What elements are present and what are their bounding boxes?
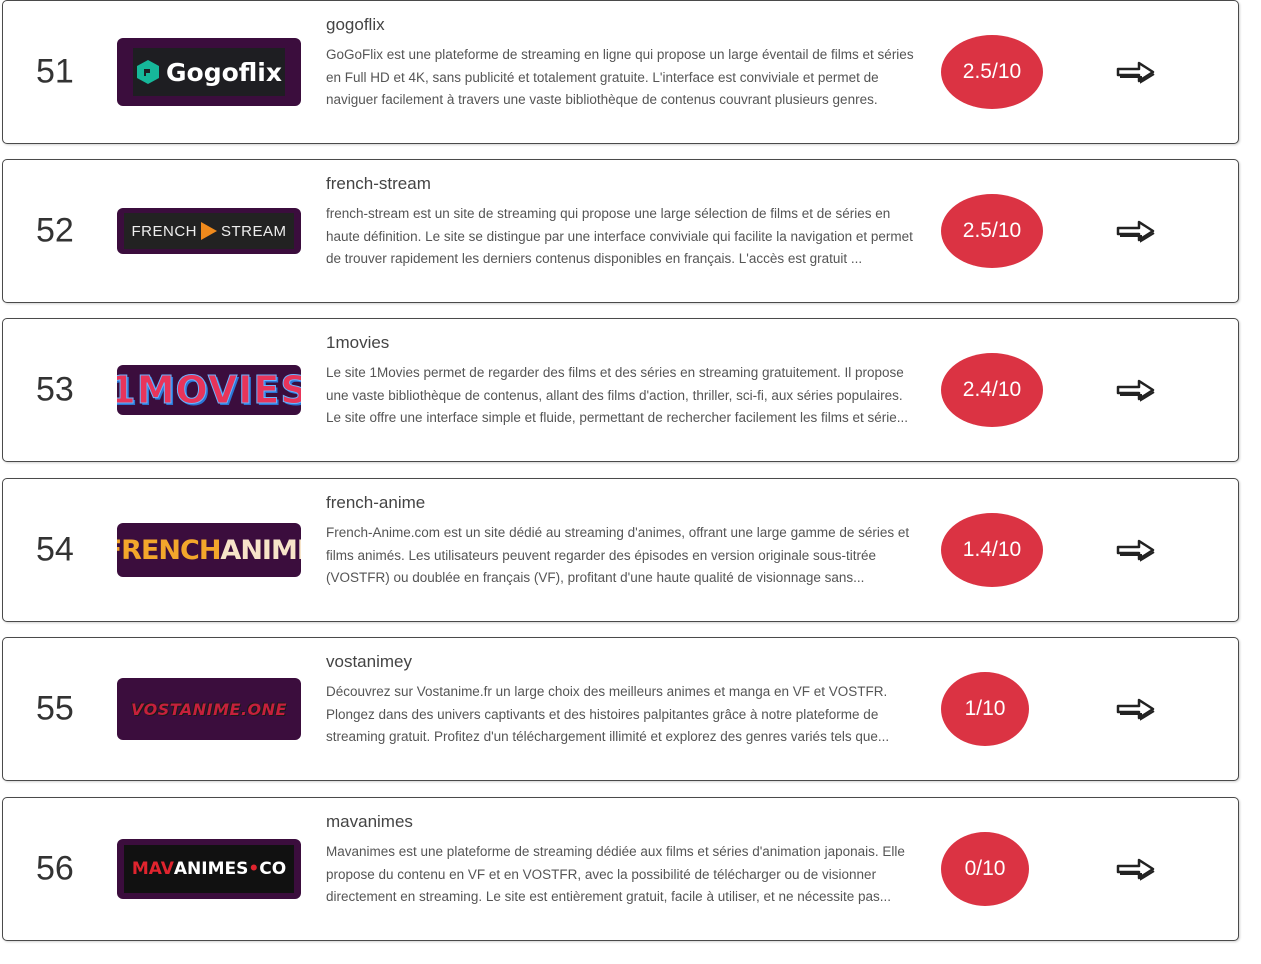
rank-number: 54 <box>36 530 74 569</box>
ranking-card[interactable]: 56 MAV ANIMES • CO mavanimes Mavanimes est … <box>2 797 1239 941</box>
rank-number: 51 <box>36 52 74 91</box>
play-icon <box>200 222 217 240</box>
site-logo[interactable]: MAV ANIMES • CO <box>117 839 301 899</box>
logo-text-tld: CO <box>259 859 287 879</box>
gogoflix-mark-icon <box>137 60 159 84</box>
right-arrow-icon[interactable] <box>1115 855 1157 883</box>
score-badge: 1.4/10 <box>941 513 1043 587</box>
1movies-logo: 1MOVIES <box>117 368 301 413</box>
rank-number: 56 <box>36 849 74 888</box>
site-description: French-Anime.com est un site dédié au st… <box>326 525 910 585</box>
score-badge: 2.5/10 <box>941 35 1043 109</box>
site-logo[interactable]: VOSTANIME.ONE <box>117 678 301 740</box>
site-logo[interactable]: Gogoflix <box>117 38 301 106</box>
site-name[interactable]: 1movies <box>326 333 389 353</box>
logo-text: Gogoflix <box>166 57 282 87</box>
ranking-card[interactable]: 55 VOSTANIME.ONE vostanimey Découvrez su… <box>2 637 1239 781</box>
logo-text-left: MAV <box>131 859 174 879</box>
vostanime-logo: VOSTANIME.ONE <box>131 699 287 719</box>
ranking-card[interactable]: 51 Gogoflix gogoflix GoGoFlix est une pl… <box>2 0 1239 144</box>
site-description: GoGoFlix est une plateforme de streaming… <box>326 47 914 107</box>
rank-number: 53 <box>36 370 74 409</box>
right-arrow-icon[interactable] <box>1115 376 1157 404</box>
site-logo[interactable]: 1MOVIES <box>117 365 301 415</box>
rank-number: 55 <box>36 689 74 728</box>
site-name[interactable]: french-stream <box>326 174 431 194</box>
score-badge: 0/10 <box>941 832 1029 906</box>
logo-text-right: ANIME <box>220 534 301 566</box>
french-stream-logo: FRENCH STREAM <box>124 213 294 249</box>
site-name[interactable]: gogoflix <box>326 15 385 35</box>
site-name[interactable]: mavanimes <box>326 812 413 832</box>
site-logo[interactable]: FRENCHANIME <box>117 523 301 577</box>
right-arrow-icon[interactable] <box>1115 217 1157 245</box>
site-description: french-stream est un site de streaming q… <box>326 206 913 266</box>
site-description: Découvrez sur Vostanime.fr un large choi… <box>326 684 890 744</box>
logo-text-left: FRENCH <box>117 534 221 566</box>
right-arrow-icon[interactable] <box>1115 695 1157 723</box>
logo-text-right: STREAM <box>220 222 287 240</box>
site-description: Mavanimes est une plateforme de streamin… <box>326 844 905 904</box>
logo-text-right: ANIMES <box>173 859 249 879</box>
logo-text-left: FRENCH <box>131 222 197 240</box>
logo-dot: • <box>248 859 260 879</box>
site-logo[interactable]: FRENCH STREAM <box>117 208 301 254</box>
site-description: Le site 1Movies permet de regarder des f… <box>326 365 909 425</box>
site-name[interactable]: vostanimey <box>326 652 412 672</box>
french-anime-logo: FRENCHANIME <box>117 535 301 566</box>
score-badge: 2.4/10 <box>941 353 1043 427</box>
site-name[interactable]: french-anime <box>326 493 425 513</box>
rank-number: 52 <box>36 211 74 250</box>
mavanimes-logo: MAV ANIMES • CO <box>124 845 294 893</box>
score-badge: 2.5/10 <box>941 194 1043 268</box>
gogoflix-logo: Gogoflix <box>133 48 285 96</box>
ranking-card[interactable]: 52 FRENCH STREAM french-stream french-st… <box>2 159 1239 303</box>
score-badge: 1/10 <box>941 672 1029 746</box>
ranking-card[interactable]: 53 1MOVIES 1movies Le site 1Movies perme… <box>2 318 1239 462</box>
right-arrow-icon[interactable] <box>1115 536 1157 564</box>
ranking-card[interactable]: 54 FRENCHANIME french-anime French-Anime… <box>2 478 1239 622</box>
right-arrow-icon[interactable] <box>1115 58 1157 86</box>
